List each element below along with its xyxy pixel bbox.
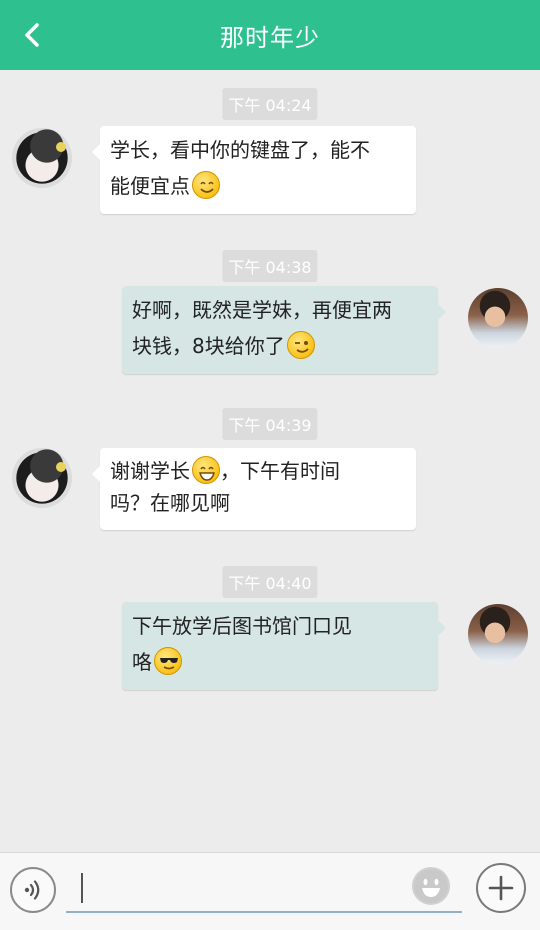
timestamp: 下午 04:38 bbox=[222, 250, 318, 282]
voice-button[interactable] bbox=[10, 867, 56, 913]
message-line: 咯 bbox=[132, 650, 152, 674]
voice-icon bbox=[24, 880, 40, 900]
input-bar bbox=[0, 852, 540, 930]
message-bubble-sent[interactable]: 下午放学后图书馆门口见 咯 bbox=[122, 602, 446, 690]
message-line-with-emoji: 咯 bbox=[132, 644, 428, 680]
emoji-icon bbox=[414, 869, 448, 903]
message-line: 学长，看中你的键盘了，能不 bbox=[110, 138, 370, 162]
message-line: 下午放学后图书馆门口见 bbox=[132, 614, 352, 638]
message-line-with-emoji: 能便宜点 bbox=[110, 168, 406, 204]
emoji-button[interactable] bbox=[412, 867, 450, 905]
contact-avatar[interactable] bbox=[12, 128, 72, 188]
wink-emoji-icon bbox=[286, 331, 315, 359]
chat-title: 那时年少 bbox=[220, 23, 320, 52]
message-line: 吗？在哪见啊 bbox=[110, 491, 230, 515]
timestamp: 下午 04:39 bbox=[222, 408, 318, 440]
message-bubble-sent[interactable]: 好啊，既然是学妹，再便宜两 块钱，8块给你了 bbox=[122, 286, 446, 374]
grin-emoji-icon bbox=[192, 456, 220, 484]
plus-icon bbox=[488, 875, 514, 901]
message-bubble-received[interactable]: 谢谢学长 ，下午有时间 吗？在哪见啊 bbox=[92, 448, 416, 530]
timestamp: 下午 04:40 bbox=[222, 566, 318, 598]
smile-emoji-icon bbox=[192, 171, 220, 199]
message-line: 能便宜点 bbox=[110, 174, 190, 198]
message-bubble-received[interactable]: 学长，看中你的键盘了，能不 能便宜点 bbox=[92, 126, 416, 214]
contact-avatar[interactable] bbox=[12, 448, 72, 508]
chevron-left-icon bbox=[25, 23, 39, 47]
message-input[interactable] bbox=[66, 869, 462, 913]
chat-header: 那时年少 bbox=[0, 0, 540, 70]
message-line: 好啊，既然是学妹，再便宜两 bbox=[132, 298, 392, 322]
my-avatar[interactable] bbox=[468, 604, 528, 664]
sunglasses-emoji-icon bbox=[154, 647, 182, 675]
message-line-with-emoji: 块钱，8块给你了 bbox=[132, 328, 428, 364]
timestamp: 下午 04:24 bbox=[222, 88, 318, 120]
text-caret bbox=[81, 873, 83, 903]
my-avatar[interactable] bbox=[468, 288, 528, 348]
message-line: ，下午有时间 bbox=[220, 459, 340, 483]
back-button[interactable] bbox=[12, 16, 52, 54]
message-line-with-emoji: 谢谢学长 ，下午有时间 bbox=[110, 454, 406, 488]
message-list[interactable]: 下午 04:24 学长，看中你的键盘了，能不 能便宜点 下午 04:38 好啊，… bbox=[0, 70, 540, 852]
plus-button[interactable] bbox=[476, 863, 526, 913]
message-line: 块钱，8块给你了 bbox=[132, 334, 285, 358]
message-line: 谢谢学长 bbox=[110, 459, 190, 483]
